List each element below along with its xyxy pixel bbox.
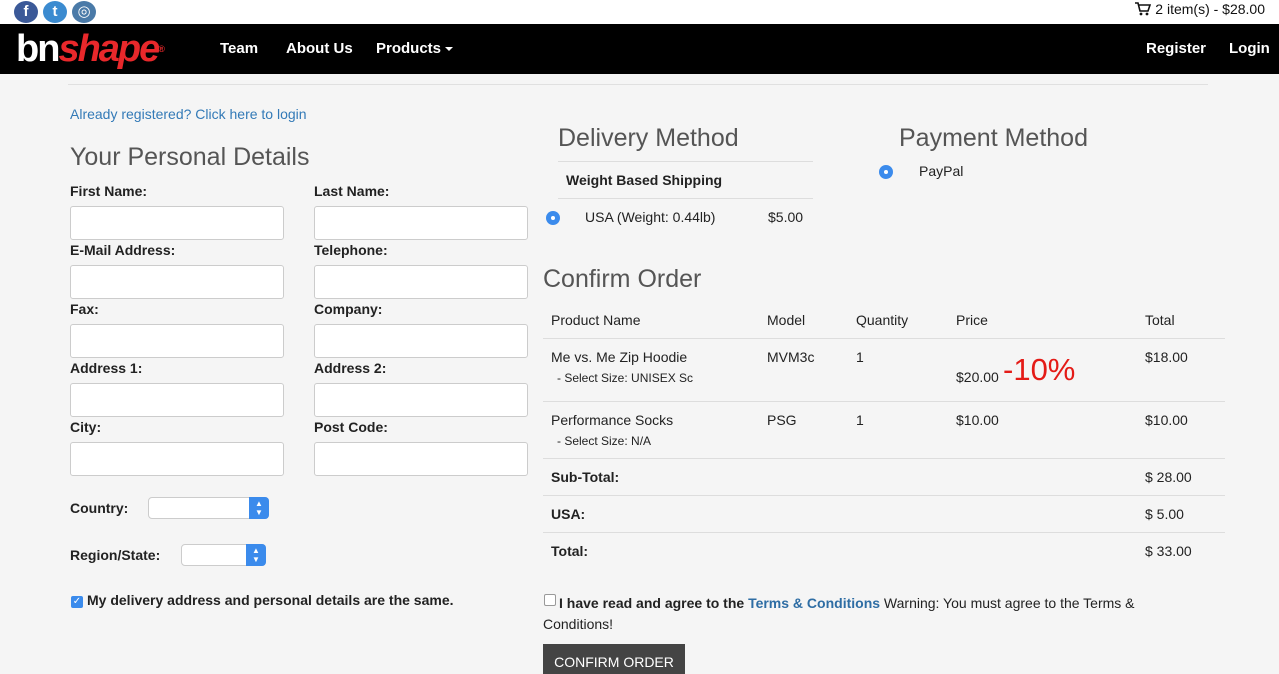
telephone-field[interactable]	[314, 265, 528, 299]
product-option: - Select Size: N/A	[557, 434, 652, 448]
fax-label: Fax:	[70, 301, 99, 317]
already-registered-link[interactable]: Already registered? Click here to login	[70, 106, 307, 122]
terms-checkbox[interactable]	[544, 594, 556, 606]
first-name-field[interactable]	[70, 206, 284, 240]
header-price: Price	[956, 312, 988, 328]
nav-team[interactable]: Team	[220, 24, 258, 74]
terms-prefix: I have read and agree to the	[559, 595, 745, 611]
cart-text: 2 item(s) - $28.00	[1155, 1, 1265, 17]
country-label: Country:	[70, 500, 129, 516]
discount-badge: -10%	[1003, 352, 1076, 387]
address1-label: Address 1:	[70, 360, 143, 376]
address1-field[interactable]	[70, 383, 284, 417]
product-total: $10.00	[1145, 412, 1188, 428]
twitter-icon[interactable]: t	[43, 1, 67, 23]
cart-icon	[1135, 2, 1152, 16]
logo-bn: bn	[16, 28, 60, 70]
divider	[543, 338, 1225, 339]
region-select[interactable]: ▲ ▼	[181, 544, 266, 566]
country-select[interactable]: ▲ ▼	[148, 497, 269, 519]
chevron-down-icon	[445, 47, 454, 52]
shipping-value: $ 5.00	[1145, 506, 1184, 522]
logo-shape: shape	[58, 28, 160, 70]
nav-products[interactable]: Products	[376, 24, 454, 74]
cart-summary[interactable]: 2 item(s) - $28.00	[1135, 1, 1265, 17]
nav-about[interactable]: About Us	[286, 24, 353, 74]
shipping-method-name: Weight Based Shipping	[566, 172, 723, 188]
product-link-socks[interactable]: Performance Socks	[551, 412, 673, 428]
confirm-order-button[interactable]: CONFIRM ORDER	[543, 644, 685, 674]
last-name-field[interactable]	[314, 206, 528, 240]
shipping-label: USA:	[551, 506, 586, 522]
divider	[558, 198, 813, 199]
total-label: Total:	[551, 543, 589, 559]
telephone-label: Telephone:	[314, 242, 388, 258]
top-strip: f t ◎ 2 item(s) - $28.00	[0, 0, 1279, 24]
terms-text: I have read and agree to the Terms & Con…	[559, 591, 1179, 616]
fax-field[interactable]	[70, 324, 284, 358]
shipping-price: $5.00	[768, 209, 804, 225]
email-field[interactable]	[70, 265, 284, 299]
subtotal-value: $ 28.00	[1145, 469, 1192, 485]
payment-method-title: Payment Method	[899, 124, 1088, 152]
confirm-order-title: Confirm Order	[543, 265, 702, 293]
shipping-option-label: USA (Weight: 0.44lb)	[585, 209, 716, 225]
divider	[558, 161, 813, 162]
divider	[543, 401, 1225, 402]
header-total: Total	[1145, 312, 1175, 328]
company-field[interactable]	[314, 324, 528, 358]
select-arrows-icon: ▲ ▼	[246, 544, 266, 566]
city-label: City:	[70, 419, 102, 435]
same-address-label: My delivery address and personal details…	[87, 592, 454, 608]
personal-details-title: Your Personal Details	[70, 143, 310, 171]
product-quantity: 1	[856, 412, 864, 428]
subtotal-label: Sub-Total:	[551, 469, 620, 485]
logo[interactable]: bnshape®	[16, 28, 165, 70]
company-label: Company:	[314, 301, 383, 317]
product-total: $18.00	[1145, 349, 1188, 365]
divider	[543, 458, 1225, 459]
nav-login[interactable]: Login	[1229, 24, 1270, 74]
header-model: Model	[767, 312, 806, 328]
header-quantity: Quantity	[856, 312, 909, 328]
first-name-label: First Name:	[70, 183, 148, 199]
terms-link[interactable]: Terms & Conditions	[748, 595, 880, 611]
postcode-field[interactable]	[314, 442, 528, 476]
product-price: $10.00	[956, 412, 999, 428]
nav-products-label: Products	[376, 40, 442, 57]
region-label: Region/State:	[70, 547, 161, 563]
divider	[543, 495, 1225, 496]
navbar: bnshape® Team About Us Products Register…	[0, 24, 1279, 74]
shipping-radio[interactable]	[546, 211, 560, 225]
product-quantity: 1	[856, 349, 864, 365]
last-name-label: Last Name:	[314, 183, 390, 199]
select-arrows-icon: ▲ ▼	[249, 497, 269, 519]
header-product: Product Name	[551, 312, 641, 328]
divider	[543, 532, 1225, 533]
divider	[68, 84, 1208, 85]
product-model: PSG	[767, 412, 797, 428]
terms-warning: Warning: You must agree to the Terms &	[883, 595, 1135, 611]
nav-register[interactable]: Register	[1146, 24, 1206, 74]
same-address-checkbox[interactable]: ✓	[71, 596, 83, 608]
instagram-icon[interactable]: ◎	[72, 1, 96, 23]
facebook-icon[interactable]: f	[14, 1, 38, 23]
delivery-method-title: Delivery Method	[558, 124, 739, 152]
paypal-label: PayPal	[919, 163, 964, 179]
city-field[interactable]	[70, 442, 284, 476]
total-value: $ 33.00	[1145, 543, 1192, 559]
logo-reg: ®	[158, 44, 164, 54]
product-link-hoodie[interactable]: Me vs. Me Zip Hoodie	[551, 349, 687, 365]
product-model: MVM3c	[767, 349, 815, 365]
address2-label: Address 2:	[314, 360, 387, 376]
address2-field[interactable]	[314, 383, 528, 417]
product-option: - Select Size: UNISEX Sc	[557, 371, 694, 385]
product-price: $20.00	[956, 369, 999, 385]
paypal-radio[interactable]	[879, 165, 893, 179]
email-label: E-Mail Address:	[70, 242, 176, 258]
postcode-label: Post Code:	[314, 419, 388, 435]
terms-warning-cont: Conditions!	[543, 616, 614, 632]
